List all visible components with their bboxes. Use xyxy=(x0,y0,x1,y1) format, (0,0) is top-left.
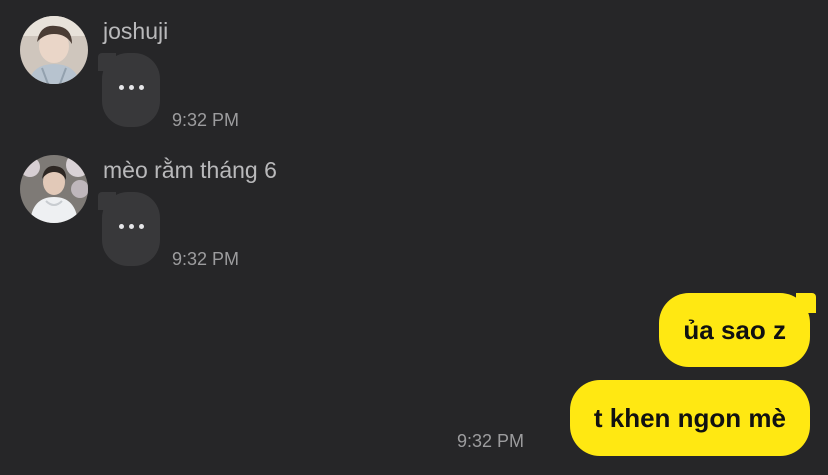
sender-avatar[interactable] xyxy=(20,155,88,223)
sender-avatar[interactable] xyxy=(20,16,88,84)
sender-name: joshuji xyxy=(103,18,169,44)
outgoing-message-bubble[interactable]: t khen ngon mè xyxy=(569,380,810,456)
profile-photo-icon xyxy=(20,155,88,223)
message-timestamp: 9:32 PM xyxy=(457,431,525,451)
typing-ellipsis-icon xyxy=(102,85,160,90)
outgoing-message-bubble[interactable]: ủa sao z xyxy=(659,293,816,367)
typing-ellipsis-icon xyxy=(102,224,160,229)
typing-indicator-bubble[interactable] xyxy=(98,192,160,266)
message-timestamp: 9:32 PM xyxy=(172,249,240,269)
typing-indicator-bubble[interactable] xyxy=(98,53,160,127)
sender-name: mèo rằm tháng 6 xyxy=(103,157,277,183)
message-timestamp: 9:32 PM xyxy=(172,110,240,130)
profile-photo-icon xyxy=(20,16,88,84)
chat-room: joshuji 9:32 PM mèo rằm tháng 6 9:32 PM … xyxy=(0,0,828,475)
